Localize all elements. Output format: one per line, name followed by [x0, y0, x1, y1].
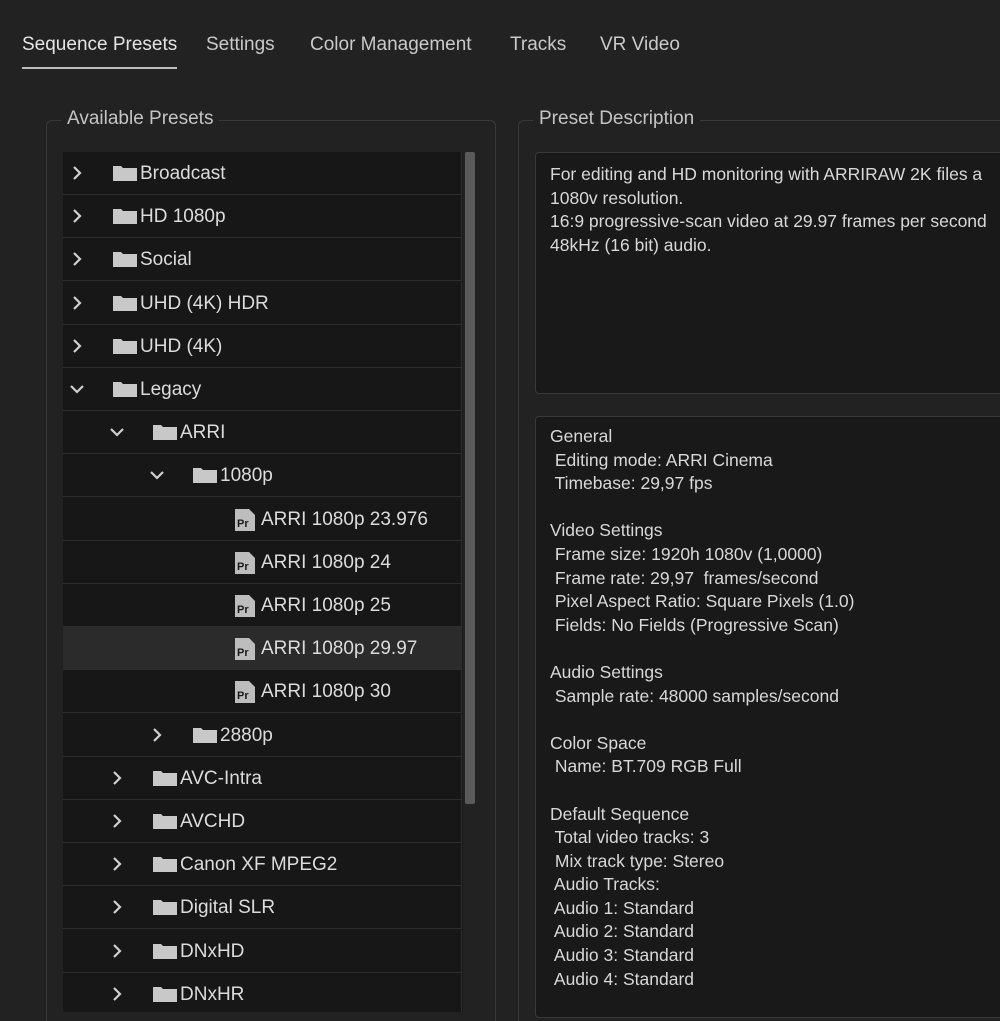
tree-row-label: 2880p: [220, 725, 273, 746]
premiere-preset-icon: Pr: [234, 637, 256, 661]
folder-icon: [152, 985, 178, 1003]
tree-row-arri-1080p-25[interactable]: Pr ARRI 1080p 25: [63, 584, 462, 627]
chevron-right-icon[interactable]: [67, 163, 87, 183]
tab-tracks[interactable]: Tracks: [510, 34, 566, 64]
premiere-preset-icon: Pr: [234, 594, 256, 618]
folder-icon: [152, 942, 178, 960]
tab-color-management[interactable]: Color Management: [310, 34, 472, 64]
tree-row-label: UHD (4K): [140, 336, 223, 357]
folder-icon: [192, 466, 218, 484]
tree-row-arri-1080p-23-976[interactable]: Pr ARRI 1080p 23.976: [63, 498, 462, 541]
tree-row-1080p[interactable]: 1080p: [63, 454, 462, 497]
tree-row-label: ARRI 1080p 25: [261, 595, 391, 616]
folder-icon: [152, 423, 178, 441]
chevron-right-icon[interactable]: [107, 768, 127, 788]
folder-icon: [112, 250, 138, 268]
chevron-right-icon[interactable]: [67, 336, 87, 356]
tree-row-label: AVC-Intra: [180, 768, 263, 789]
tree-row-label: Legacy: [140, 379, 202, 400]
available-presets-title: Available Presets: [61, 108, 220, 130]
folder-icon: [192, 726, 218, 744]
tree-row-label: ARRI 1080p 23.976: [261, 509, 428, 530]
chevron-down-icon[interactable]: [107, 422, 127, 442]
folder-icon: [152, 812, 178, 830]
preset-description-text: For editing and HD monitoring with ARRIR…: [550, 164, 987, 255]
folder-icon: [112, 207, 138, 225]
tree-row-label: UHD (4K) HDR: [140, 293, 269, 314]
tree-row-label: ARRI 1080p 29.97: [261, 638, 418, 659]
svg-text:Pr: Pr: [237, 690, 249, 702]
folder-icon: [112, 164, 138, 182]
tab-settings[interactable]: Settings: [206, 34, 275, 64]
tree-row-label: Social: [140, 249, 192, 270]
chevron-right-icon[interactable]: [107, 811, 127, 831]
tree-row-legacy[interactable]: Legacy: [63, 368, 462, 411]
tree-row-label: ARRI: [180, 422, 226, 443]
tree-row-label: HD 1080p: [140, 206, 226, 227]
preset-description-title: Preset Description: [533, 108, 701, 130]
chevron-right-icon[interactable]: [67, 249, 87, 269]
presets-scrollbar[interactable]: [463, 152, 477, 1012]
folder-icon: [152, 898, 178, 916]
folder-icon: [152, 855, 178, 873]
tree-row-avc-intra[interactable]: AVC-Intra: [63, 757, 462, 800]
folder-icon: [112, 380, 138, 398]
tree-row-label: Canon XF MPEG2: [180, 854, 338, 875]
tree-row-label: ARRI 1080p 24: [261, 552, 391, 573]
tree-row-uhd-4k-hdr[interactable]: UHD (4K) HDR: [63, 282, 462, 325]
preset-details-box: General Editing mode: ARRI Cinema Timeba…: [535, 416, 1000, 1018]
chevron-down-icon[interactable]: [147, 465, 167, 485]
tree-row-label: ARRI 1080p 30: [261, 681, 391, 702]
svg-text:Pr: Pr: [237, 518, 249, 530]
tab-bar: Sequence Presets Settings Color Manageme…: [0, 0, 1000, 80]
tree-row-arri-1080p-24[interactable]: Pr ARRI 1080p 24: [63, 541, 462, 584]
presets-tree[interactable]: Broadcast HD 1080p Social UHD (4K) HDR UHD (…: [63, 152, 463, 1012]
chevron-right-icon[interactable]: [147, 725, 167, 745]
tree-row-label: Broadcast: [140, 163, 226, 184]
chevron-right-icon[interactable]: [67, 293, 87, 313]
chevron-down-icon[interactable]: [67, 379, 87, 399]
tree-row-hd-1080p[interactable]: HD 1080p: [63, 195, 462, 238]
tree-row-label: DNxHR: [180, 984, 245, 1005]
folder-icon: [112, 337, 138, 355]
tree-row-uhd-4k[interactable]: UHD (4K): [63, 325, 462, 368]
folder-icon: [112, 294, 138, 312]
preset-details-text: General Editing mode: ARRI Cinema Timeba…: [550, 426, 855, 989]
tree-row-dnxhd[interactable]: DNxHD: [63, 930, 462, 973]
chevron-right-icon[interactable]: [107, 941, 127, 961]
tree-row-social[interactable]: Social: [63, 238, 462, 281]
tree-row-digital-slr[interactable]: Digital SLR: [63, 886, 462, 929]
tree-row-dnxhr[interactable]: DNxHR: [63, 973, 462, 1012]
tree-row-canon-xf-mpeg2[interactable]: Canon XF MPEG2: [63, 843, 462, 886]
chevron-right-icon[interactable]: [67, 206, 87, 226]
tree-row-2880p[interactable]: 2880p: [63, 714, 462, 757]
chevron-right-icon[interactable]: [107, 854, 127, 874]
tree-row-label: 1080p: [220, 465, 273, 486]
preset-description-box: For editing and HD monitoring with ARRIR…: [535, 152, 1000, 394]
tree-row-label: AVCHD: [180, 811, 246, 832]
chevron-right-icon[interactable]: [107, 897, 127, 917]
tree-row-avchd[interactable]: AVCHD: [63, 800, 462, 843]
folder-icon: [152, 769, 178, 787]
presets-scrollbar-thumb[interactable]: [465, 152, 475, 804]
tree-row-arri-1080p-29-97[interactable]: Pr ARRI 1080p 29.97: [63, 627, 462, 670]
tree-row-arri[interactable]: ARRI: [63, 411, 462, 454]
svg-text:Pr: Pr: [237, 647, 249, 659]
svg-text:Pr: Pr: [237, 561, 249, 573]
svg-text:Pr: Pr: [237, 604, 249, 616]
tree-row-arri-1080p-30[interactable]: Pr ARRI 1080p 30: [63, 670, 462, 713]
tab-sequence-presets[interactable]: Sequence Presets: [22, 34, 178, 69]
tab-vr-video[interactable]: VR Video: [600, 34, 680, 64]
tree-row-label: Digital SLR: [180, 897, 276, 918]
premiere-preset-icon: Pr: [234, 508, 256, 532]
tree-row-label: DNxHD: [180, 941, 245, 962]
chevron-right-icon[interactable]: [107, 984, 127, 1004]
premiere-preset-icon: Pr: [234, 551, 256, 575]
premiere-preset-icon: Pr: [234, 680, 256, 704]
tree-row-broadcast[interactable]: Broadcast: [63, 152, 462, 195]
